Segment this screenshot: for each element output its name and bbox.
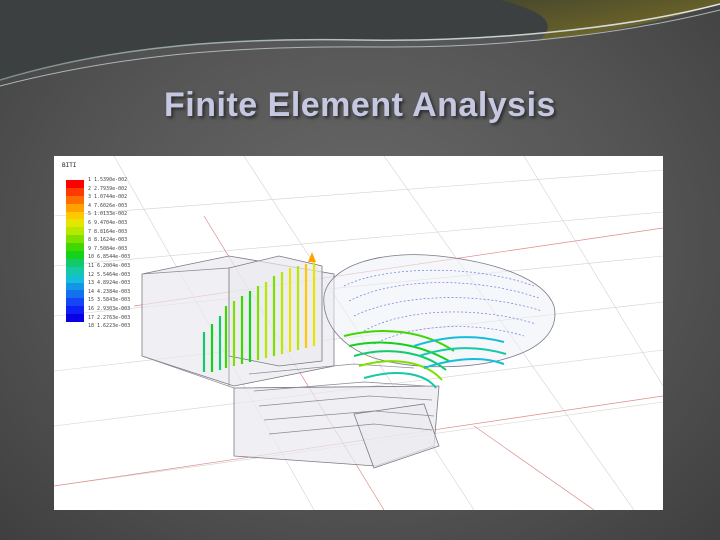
legend-swatch [66,314,84,323]
legend-label: 4 7.6026e-003 [88,202,128,209]
legend-label: 7 8.8164e-003 [88,228,128,235]
legend-swatch [66,187,84,196]
legend-swatch [66,306,84,315]
legend-label: 13 4.8924e-003 [88,280,131,287]
legend-label: 16 2.9303e-003 [88,305,131,312]
legend-label: 9 7.5084e-003 [88,245,128,252]
legend-swatch [66,180,84,188]
legend-swatch [66,219,84,228]
legend-swatch [66,235,84,244]
legend-swatch [66,195,84,204]
legend-swatch [66,274,84,283]
legend-swatch [66,203,84,212]
legend-label: 8 8.1624e-003 [88,237,128,244]
legend-label: 6 9.4704e-003 [88,219,128,226]
legend-swatch [66,243,84,252]
legend-label: 18 1.6223e-003 [88,323,131,330]
legend-title: BITI [62,162,77,169]
fea-figure: BITI 1 1.5390e-002 2 2.7939e-002 3 1.0744e… [54,156,663,510]
legend-swatch [66,266,84,275]
legend-label: 5 1.0133e-002 [88,211,128,218]
legend-label: 12 5.5464e-003 [88,271,131,278]
legend-swatch [66,258,84,267]
legend-label: 1 1.5390e-002 [88,177,128,183]
legend-swatch [66,298,84,307]
legend-swatch [66,282,84,291]
legend-color-bar [66,180,84,323]
legend-swatch [66,227,84,236]
legend-label: 2 2.7939e-002 [88,185,128,192]
legend-swatch [66,211,84,220]
legend-label: 17 2.2763e-003 [88,314,131,321]
legend-swatch [66,251,84,259]
legend-label: 14 4.2384e-003 [88,288,131,295]
color-legend: BITI 1 1.5390e-002 2 2.7939e-002 3 1.0744e… [58,160,138,330]
legend-label: 11 6.2004e-003 [88,262,131,269]
legend-label: 15 3.5843e-003 [88,297,131,304]
fea-simulation-scene [54,156,663,510]
legend-label: 3 1.0744e-002 [88,194,128,201]
slide-title: Finite Element Analysis [164,86,556,124]
decorative-swoosh [0,0,720,87]
legend-labels: 1 1.5390e-002 2 2.7939e-002 3 1.0744e-002 4… [88,176,138,331]
legend-label: 10 6.8544e-003 [88,254,131,261]
legend-swatch [66,290,84,299]
